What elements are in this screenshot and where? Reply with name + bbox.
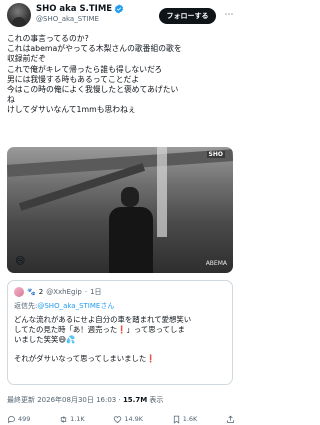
quoted-author-emoji: 🐾 — [27, 288, 36, 296]
tweet-text: これの事言ってるのか? これはabemaがやってる木梨さんの歌番組の歌を 収録前… — [7, 34, 237, 116]
author-name-line: SHO aka S.TIME — [36, 3, 124, 15]
quoted-tweet-time: 1日 — [90, 288, 102, 296]
quoted-tweet[interactable]: 🐾 2 @XxhEgip · 1日 返信先:@SHO_aka_STIMEさん ど… — [7, 280, 233, 385]
heart-icon — [114, 415, 122, 423]
person-head — [121, 187, 139, 207]
quoted-line: してたの見た時「あ！週売った❗」って思ってしま — [14, 325, 185, 334]
media-sticker: 😄 — [15, 256, 26, 267]
tweet-line: 今はこの時の俺によく我慢したと褒めてあげたい — [7, 85, 179, 95]
bookmark-icon — [173, 415, 179, 424]
quoted-tweet-header: 🐾 2 @XxhEgip · 1日 — [14, 287, 102, 297]
more-options-icon[interactable]: ⋯ — [222, 8, 236, 24]
tweet-line: これはabemaがやってる木梨さんの歌番組の歌を — [7, 44, 182, 54]
retweet-count: 1.1K — [70, 415, 85, 423]
tweet-line: 男には我慢する時もあるってことだよ — [7, 74, 140, 84]
tweet-line: ね — [7, 95, 15, 105]
media-watermark-logo: ABEMA — [205, 260, 227, 267]
bookmark-count: 1.6K — [182, 415, 198, 423]
quoted-line-gap — [14, 345, 228, 354]
quoted-author-avatar[interactable] — [14, 287, 24, 297]
like-button[interactable]: 14.9K — [113, 413, 143, 425]
author-avatar[interactable] — [7, 3, 31, 27]
tweet-line: これの事言ってるのか? — [7, 34, 89, 43]
verified-badge-icon — [114, 4, 124, 14]
view-count: 15.7M — [122, 396, 148, 404]
reply-icon — [7, 415, 15, 423]
tweet-line: これで俺がキレて帰ったら誰も得しないだろ — [7, 64, 163, 74]
quoted-author-handle[interactable]: @XxhEgip — [46, 288, 82, 296]
reply-button[interactable]: 499 — [7, 413, 30, 425]
reply-count: 499 — [18, 415, 31, 423]
quoted-line: いました笑笑😅💦 — [14, 335, 76, 344]
person-figure — [109, 187, 153, 273]
person-torso — [109, 207, 153, 273]
separator-dot: · — [84, 288, 88, 296]
author-handle[interactable]: @SHO_aka_STIME — [36, 15, 99, 23]
share-button[interactable] — [226, 413, 235, 425]
reply-to-link[interactable]: @SHO_aka_STIMEさん — [37, 302, 114, 310]
quoted-author-count: 2 — [38, 288, 44, 296]
tweet-media-image[interactable]: SHO 😄 ABEMA — [7, 147, 233, 273]
bookmark-button[interactable]: 1.6K — [172, 413, 198, 425]
light-beam — [157, 147, 167, 237]
follow-button[interactable]: フォローする — [159, 8, 216, 24]
tweet-header: SHO aka S.TIME @SHO_aka_STIME フォローする ⋯ — [0, 0, 240, 30]
media-corner-badge: SHO — [206, 151, 225, 158]
tweet-line: 収録前だぞ — [7, 54, 46, 64]
like-count: 14.9K — [124, 415, 144, 423]
retweet-button[interactable]: 1.1K — [59, 413, 85, 425]
tweet-line: けしてダサいなんて1mmも思わねぇ — [7, 105, 136, 115]
retweet-icon — [60, 415, 67, 423]
reply-prefix: 返信先: — [14, 302, 38, 310]
share-icon — [227, 415, 234, 423]
author-name[interactable]: SHO aka S.TIME — [36, 4, 112, 14]
reply-to-line: 返信先:@SHO_aka_STIMEさん — [14, 301, 114, 311]
quoted-line: それがダサいなって思ってしまいました❗ — [14, 354, 156, 363]
view-suffix: 表示 — [147, 396, 164, 404]
quoted-line: どんな流れがあるにせよ自分の車を踏まれて愛想笑い — [14, 315, 192, 324]
quoted-tweet-text: どんな流れがあるにせよ自分の車を踏まれて愛想笑い してたの見た時「あ！週売った❗… — [14, 315, 228, 364]
tweet-action-bar: 499 1.1K 14.9K 1.6K — [7, 413, 235, 425]
tweet-meta: 最終更新 2026年08月30日 16:03 · 15.7M 表示 — [7, 395, 163, 405]
tweet-timestamp: 最終更新 2026年08月30日 16:03 · — [7, 396, 123, 404]
